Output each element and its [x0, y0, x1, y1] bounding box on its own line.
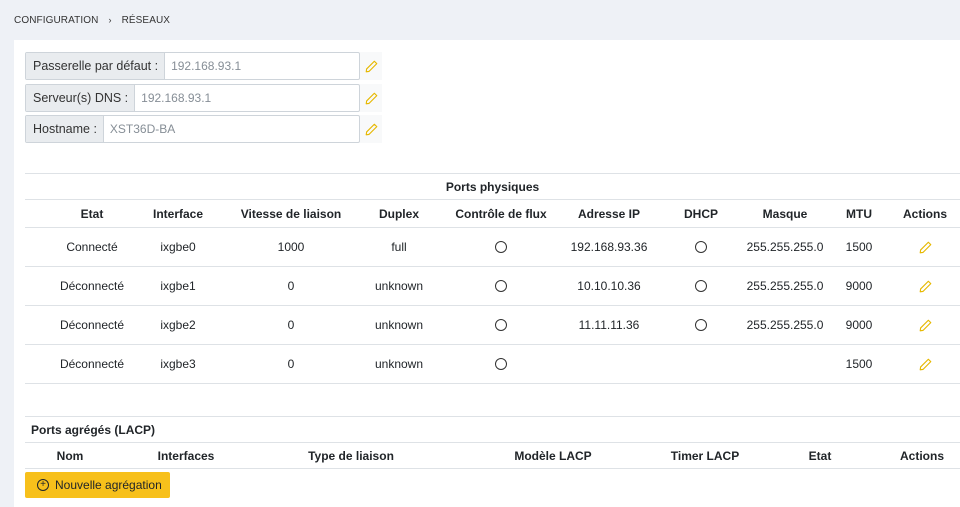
radio-icon: [495, 280, 507, 292]
network-config-panel: Passerelle par défaut : 192.168.93.1 Ser…: [14, 40, 960, 507]
gateway-label: Passerelle par défaut :: [26, 53, 166, 79]
lacp-column-header-type: Type de liaison: [308, 448, 394, 463]
breadcrumb: CONFIGURATION › RÉSEAUX: [0, 0, 960, 40]
edit-port-button[interactable]: [855, 306, 960, 344]
hostname-edit-button[interactable]: [360, 115, 382, 143]
radio-icon: [695, 241, 707, 253]
pencil-icon: [365, 123, 377, 135]
hostname-field[interactable]: Hostname : XST36D-BA: [25, 115, 360, 143]
lacp-column-header-interfaces: Interfaces: [157, 448, 215, 463]
chevron-right-icon: ›: [108, 15, 112, 25]
lacp-column-header-modele: Modèle LACP: [514, 448, 592, 463]
radio-icon: [495, 358, 507, 370]
lacp-caption: Ports agrégés (LACP): [25, 417, 960, 443]
table-row: Déconnecté ixgbe2 0 unknown 11.11.11.36 255.2…: [25, 306, 960, 345]
edit-port-button[interactable]: [855, 267, 960, 305]
dns-label: Serveur(s) DNS :: [26, 85, 136, 111]
add-aggregation-button[interactable]: + Nouvelle agrégation: [25, 472, 170, 498]
breadcrumb-current: RÉSEAUX: [121, 15, 171, 26]
dns-field[interactable]: Serveur(s) DNS : 192.168.93.1: [25, 84, 360, 112]
gateway-field[interactable]: Passerelle par défaut : 192.168.93.1: [25, 52, 360, 80]
table-header-row: Nom Interfaces Type de liaison Modèle LACP T…: [25, 443, 960, 469]
pencil-icon: [919, 358, 931, 370]
radio-icon: [695, 319, 707, 331]
gateway-value: 192.168.93.1: [171, 59, 242, 73]
physical-ports-table: Ports physiques Etat Interface Vitesse de …: [25, 173, 960, 384]
pencil-icon: [365, 60, 377, 72]
radio-icon: [695, 280, 707, 292]
pencil-icon: [365, 92, 377, 104]
dns-edit-button[interactable]: [360, 84, 382, 112]
pencil-icon: [919, 280, 931, 292]
physical-ports-caption: Ports physiques: [25, 174, 960, 200]
radio-icon: [495, 319, 507, 331]
radio-icon: [495, 241, 507, 253]
edit-port-button[interactable]: [855, 228, 960, 266]
gateway-edit-button[interactable]: [360, 52, 382, 80]
plus-circle-icon: +: [37, 479, 49, 491]
pencil-icon: [919, 319, 931, 331]
lacp-column-header-actions: Actions: [899, 448, 944, 463]
hostname-label: Hostname :: [26, 116, 104, 142]
pencil-icon: [919, 241, 931, 253]
table-row: Déconnecté ixgbe1 0 unknown 10.10.10.36 255.2…: [25, 267, 960, 306]
hostname-value: XST36D-BA: [109, 122, 176, 136]
table-header-row: Etat Interface Vitesse de liaison Duplex Con…: [25, 200, 960, 228]
table-row: Déconnecté ixgbe3 0 unknown 1500: [25, 345, 960, 384]
column-header-actions: Actions: [902, 206, 947, 221]
lacp-table: Ports agrégés (LACP) Nom Interfaces Type d…: [25, 416, 960, 469]
table-row: Connecté ixgbe0 1000 full 192.168.93.36 255.2…: [25, 228, 960, 267]
dns-value: 192.168.93.1: [141, 91, 212, 105]
breadcrumb-root[interactable]: CONFIGURATION: [14, 15, 98, 26]
edit-port-button[interactable]: [855, 345, 960, 383]
add-aggregation-label: Nouvelle agrégation: [55, 478, 162, 492]
